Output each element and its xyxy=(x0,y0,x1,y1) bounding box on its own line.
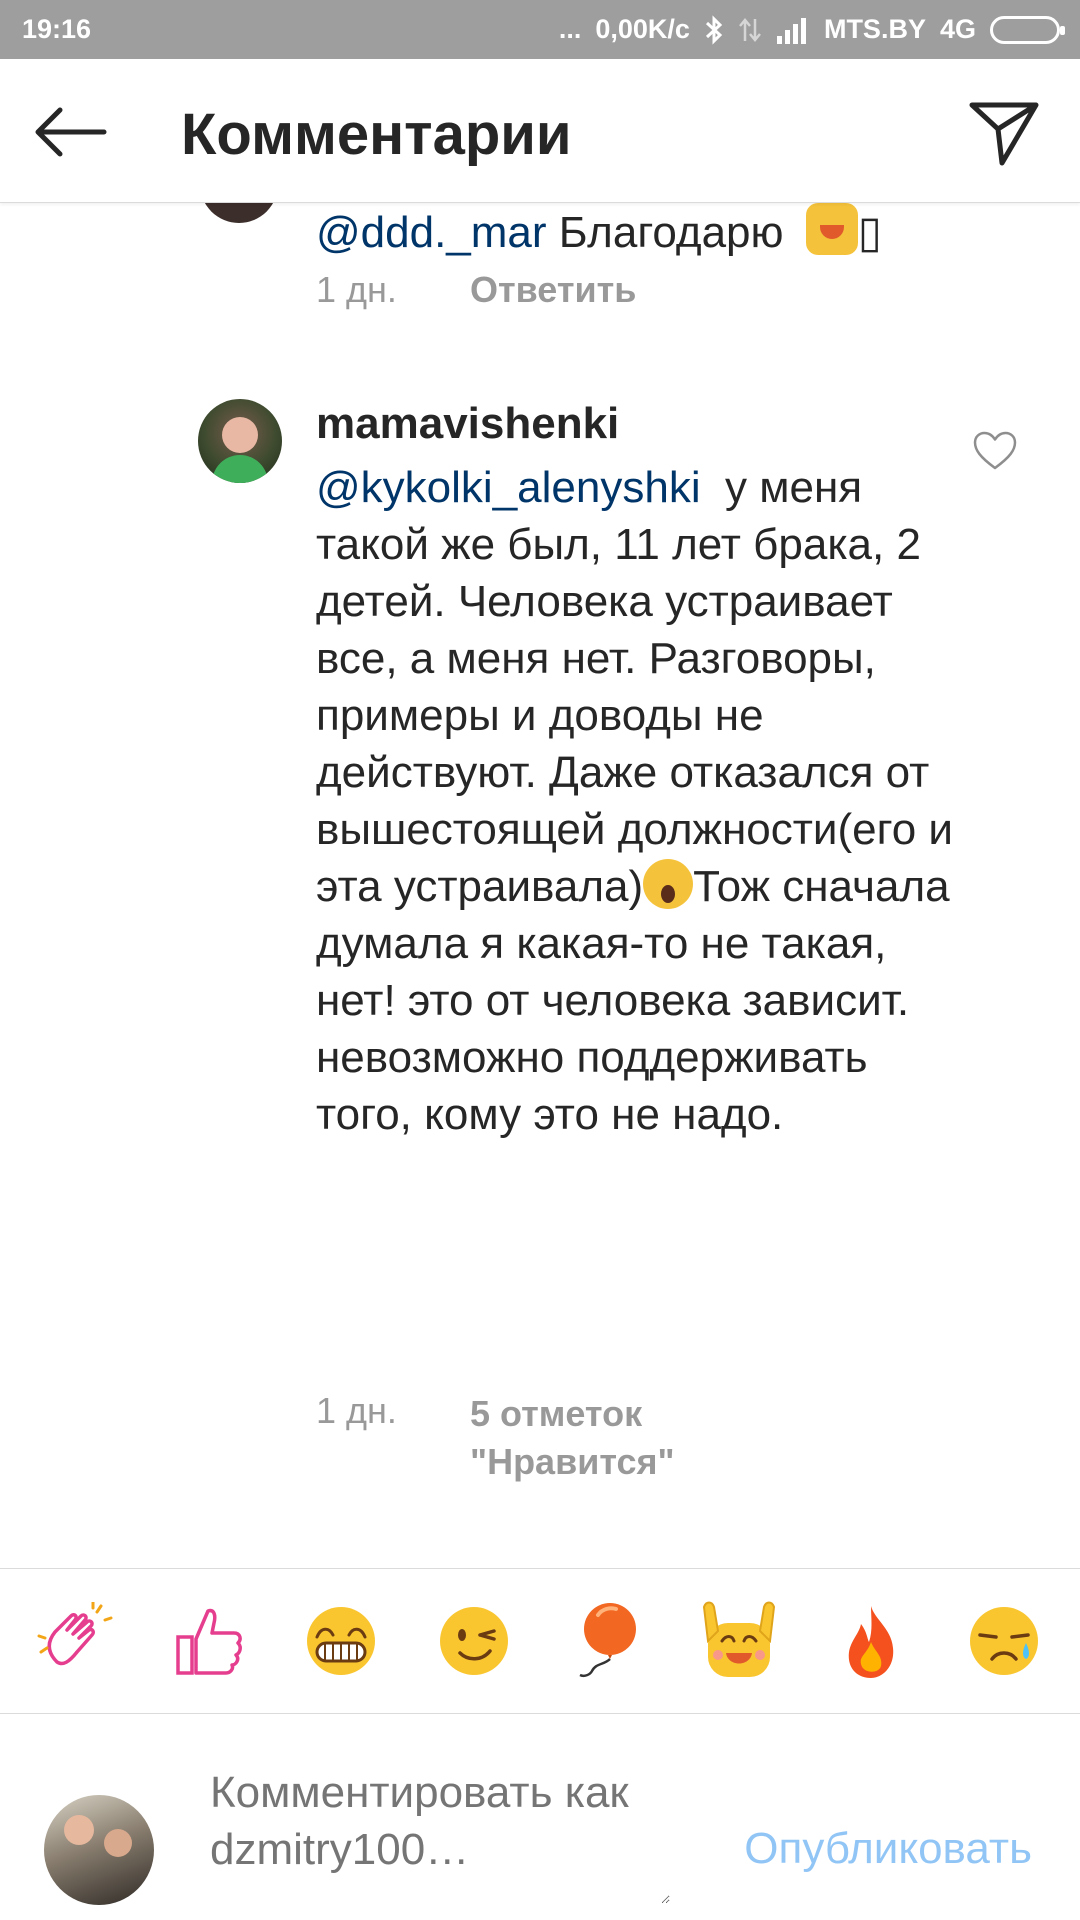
mention-link[interactable]: @kykolki_alenyshki xyxy=(316,463,701,512)
clapping-hands-emoji[interactable] xyxy=(36,1601,116,1681)
likes-count-line1: 5 отметок xyxy=(470,1393,643,1434)
comment-time: 1 дн. xyxy=(316,1390,397,1431)
previous-comment-meta: 1 дн. Ответить xyxy=(316,269,636,311)
screaming-face-emoji xyxy=(643,859,694,909)
mention-link[interactable]: @ddd._mar xyxy=(316,208,547,257)
bluetooth-icon xyxy=(705,14,723,45)
page-title: Комментарии xyxy=(181,102,572,167)
missing-glyph: ▯ xyxy=(857,208,882,257)
thumbs-up-emoji[interactable] xyxy=(169,1601,249,1681)
comment-text: @kykolki_alenyshki у меня такой же был, … xyxy=(316,459,956,1143)
sad-face-emoji[interactable] xyxy=(964,1601,1044,1681)
publish-button[interactable]: Опубликовать xyxy=(744,1824,1032,1874)
grinning-face-icon xyxy=(307,1607,376,1675)
avatar xyxy=(44,1795,154,1905)
status-network: 4G xyxy=(939,14,976,44)
winking-face-emoji[interactable] xyxy=(434,1601,514,1681)
grinning-face-emoji[interactable] xyxy=(301,1601,381,1681)
back-button[interactable] xyxy=(30,97,110,167)
comment-username[interactable]: mamavishenki xyxy=(316,399,619,449)
raising-hands-emoji xyxy=(805,203,858,255)
avatar[interactable] xyxy=(200,203,278,223)
fire-emoji[interactable] xyxy=(831,1601,911,1681)
fire-icon xyxy=(848,1606,894,1678)
send-icon xyxy=(969,102,1039,166)
comments-screen: 19:16 ... 0,00K/c MTS.BY 4G Комментарии … xyxy=(0,0,1080,1920)
status-carrier: MTS.BY xyxy=(823,14,926,44)
reply-button[interactable]: Ответить xyxy=(470,269,636,311)
arrow-left-icon xyxy=(35,107,107,157)
status-bar: 19:16 ... 0,00K/c MTS.BY 4G xyxy=(0,0,1080,59)
comments-list[interactable]: @ddd._mar Благодарю ▯ 1 дн. Ответить mam… xyxy=(0,203,1080,1568)
top-app-bar: Комментарии xyxy=(0,59,1080,203)
comment-time: 1 дн. xyxy=(316,269,397,310)
heart-icon[interactable] xyxy=(972,430,1018,472)
previous-comment-body: Благодарю xyxy=(546,208,796,257)
clapping-hands-icon xyxy=(37,1602,113,1666)
raising-hands-face-emoji[interactable] xyxy=(699,1601,779,1681)
likes-count-line2: "Нравится" xyxy=(470,1441,675,1482)
raising-hands-icon xyxy=(702,1601,775,1677)
share-button[interactable] xyxy=(964,95,1044,171)
comment-meta: 1 дн. xyxy=(316,1390,470,1432)
balloon-emoji[interactable] xyxy=(566,1601,646,1681)
status-indicators: ... 0,00K/c MTS.BY 4G xyxy=(558,14,1065,45)
comment-composer: Опубликовать xyxy=(0,1714,1080,1920)
winking-face-icon xyxy=(439,1607,508,1675)
data-transfer-icon xyxy=(738,17,761,42)
status-time: 19:16 xyxy=(22,14,92,44)
status-speed: 0,00K/c xyxy=(595,14,690,44)
signal-icon xyxy=(776,17,806,44)
likes-count[interactable]: 5 отметок "Нравится" xyxy=(470,1390,675,1486)
status-dots: ... xyxy=(558,14,582,44)
previous-comment-text: @ddd._mar Благодарю ▯ xyxy=(316,203,882,258)
thumbs-up-icon xyxy=(176,1608,242,1675)
avatar[interactable] xyxy=(198,399,282,483)
comment-input[interactable] xyxy=(210,1764,670,1904)
battery-icon xyxy=(990,15,1065,44)
comment-text-part1: у меня такой же был, 11 лет брака, 2 дет… xyxy=(316,463,966,911)
balloon-icon xyxy=(579,1603,637,1678)
emoji-quick-bar xyxy=(0,1569,1080,1713)
sad-face-icon xyxy=(969,1607,1038,1675)
